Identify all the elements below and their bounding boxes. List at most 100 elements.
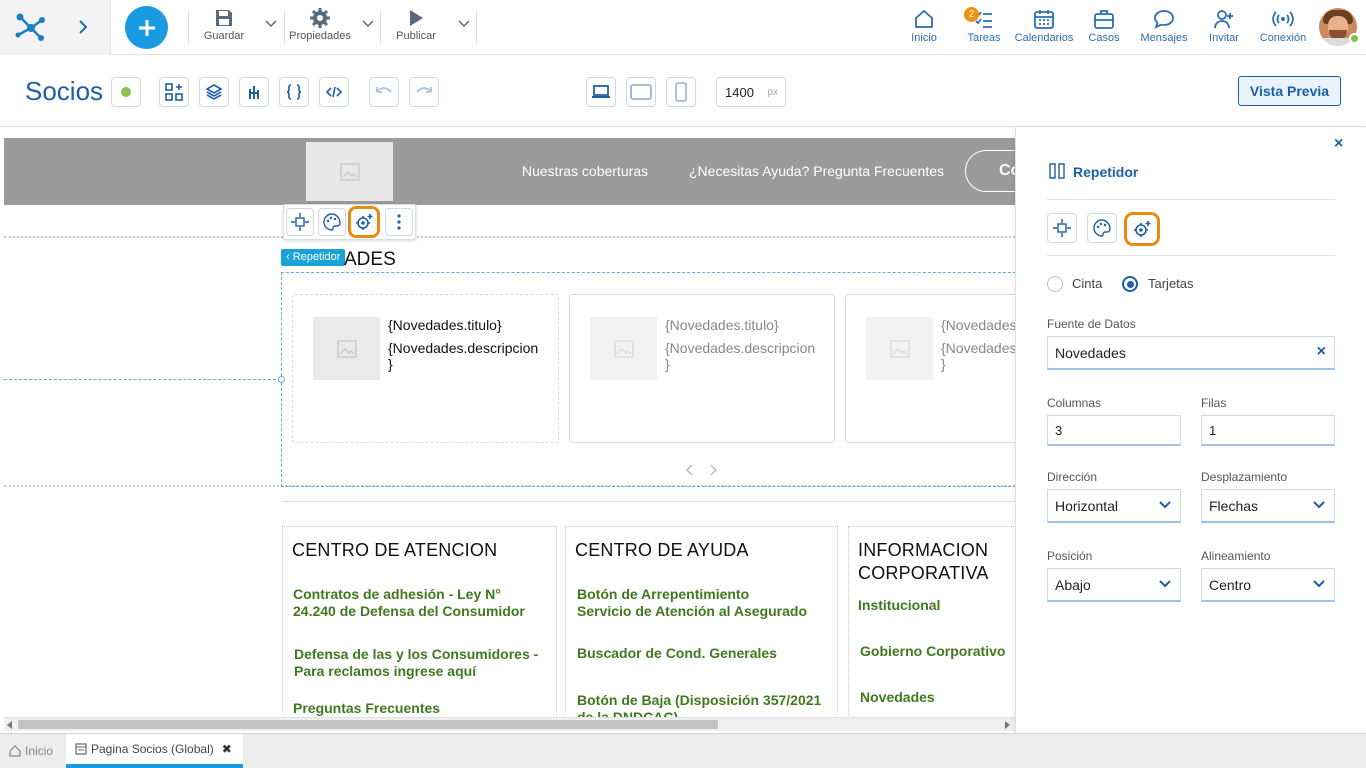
carousel-prev-icon[interactable] <box>686 464 694 476</box>
scrollbar-thumb[interactable] <box>18 720 718 729</box>
repeater-card[interactable]: {Novedades.titulo} {Novedades.descripcio… <box>292 294 559 443</box>
rows-input[interactable]: 1 <box>1201 415 1335 446</box>
repeater-tag[interactable]: ‹ Repetidor <box>281 249 346 266</box>
image-placeholder-icon <box>889 339 910 358</box>
tab-home[interactable]: Inicio <box>0 734 64 768</box>
more-options-button[interactable] <box>385 208 413 236</box>
footer-link[interactable]: Servicio de Atención al Asegurado <box>577 603 807 620</box>
footer-link[interactable]: Buscador de Cond. Generales <box>577 645 777 662</box>
site-logo-placeholder[interactable] <box>306 142 393 201</box>
repeater-card[interactable]: {Novedades.titulo} {Novedades.descripcio… <box>569 294 835 443</box>
site-header-button[interactable]: Co <box>965 150 1015 192</box>
footer-link[interactable]: de la DNDCAC) <box>577 709 678 717</box>
logo-area <box>0 0 111 55</box>
nav-calendars-label: Calendarios <box>1014 32 1074 44</box>
move-button[interactable] <box>286 208 314 236</box>
gear-icon <box>310 8 330 28</box>
footer-column[interactable]: INFORMACION CORPORATIVA Institucional Go… <box>848 526 1015 717</box>
footer-column[interactable]: CENTRO DE ATENCION Contratos de adhesión… <box>282 526 557 717</box>
move-icon <box>291 213 309 231</box>
add-button[interactable] <box>125 6 168 49</box>
panel-style-button[interactable] <box>1087 213 1117 243</box>
status-button[interactable] <box>111 77 141 107</box>
clear-icon[interactable]: × <box>1317 343 1326 361</box>
nav-tasks[interactable]: Tareas 2 <box>964 7 1004 48</box>
carousel-next-icon[interactable] <box>709 464 717 476</box>
scroll-left-icon[interactable] <box>7 721 13 729</box>
scroll-right-icon[interactable] <box>1004 721 1010 729</box>
footer-link[interactable]: Preguntas Frecuentes <box>293 700 440 717</box>
card-image-placeholder <box>866 317 933 380</box>
footer-link[interactable]: Novedades <box>860 689 935 706</box>
nav-calendars[interactable]: Calendarios <box>1014 8 1074 48</box>
publish-button[interactable]: Publicar <box>392 8 440 48</box>
position-select[interactable]: Abajo <box>1047 568 1181 602</box>
tab-page-socios[interactable]: Pagina Socios (Global) ✖ <box>66 734 243 768</box>
data-source-label: Fuente de Datos <box>1047 317 1136 331</box>
layers-button[interactable] <box>199 77 229 107</box>
chevron-right-icon[interactable] <box>78 20 88 34</box>
code-button[interactable] <box>319 77 349 107</box>
save-button[interactable]: Guardar <box>198 8 250 48</box>
section-title: ADES <box>344 249 396 270</box>
footer-link[interactable]: 24.240 de Defensa del Consumidor <box>293 603 525 620</box>
chevron-down-icon <box>1159 501 1171 509</box>
columns-input[interactable]: 3 <box>1047 415 1181 446</box>
preview-button[interactable]: Vista Previa <box>1238 76 1341 106</box>
close-panel-icon[interactable]: × <box>1334 135 1343 153</box>
mobile-view-button[interactable] <box>666 77 696 107</box>
scroll-select[interactable]: Flechas <box>1201 489 1335 523</box>
properties-button[interactable]: Propiedades <box>286 8 354 48</box>
width-input[interactable]: 1400 px <box>716 77 786 107</box>
alignment-select[interactable]: Centro <box>1201 568 1335 602</box>
app-logo-icon[interactable] <box>14 11 48 43</box>
footer-link[interactable]: Gobierno Corporativo <box>860 643 1005 660</box>
panel-settings-button-highlighted[interactable] <box>1124 212 1160 246</box>
site-menu-coverages[interactable]: Nuestras coberturas <box>522 163 648 179</box>
chevron-down-icon[interactable] <box>458 20 470 28</box>
nav-invite[interactable]: Invitar <box>1204 8 1244 48</box>
resize-handle[interactable] <box>278 376 285 383</box>
direction-label: Dirección <box>1047 470 1098 484</box>
components-button[interactable] <box>159 77 189 107</box>
width-value: 1400 <box>725 84 754 100</box>
nav-home[interactable]: Inicio <box>904 8 944 48</box>
close-tab-icon[interactable]: ✖ <box>222 742 232 756</box>
footer-link[interactable]: Defensa de las y los Consumidores - <box>294 646 538 663</box>
radio-cinta[interactable] <box>1047 276 1063 292</box>
chevron-down-icon[interactable] <box>265 20 277 28</box>
footer-link[interactable]: Botón de Baja (Disposición 357/2021 <box>577 692 821 709</box>
chevron-down-icon <box>1313 501 1325 509</box>
chevron-down-icon[interactable] <box>362 20 374 28</box>
footer-link[interactable]: Botón de Arrepentimiento <box>577 586 749 603</box>
footer-link[interactable]: Contratos de adhesión - Ley N° <box>293 586 501 603</box>
nav-connection[interactable]: Conexión <box>1258 8 1308 48</box>
chevron-down-icon <box>1159 580 1171 588</box>
undo-button[interactable] <box>369 77 399 107</box>
site-menu-help[interactable]: ¿Necesitas Ayuda? Pregunta Frecuentes <box>689 163 944 179</box>
footer-link[interactable]: Para reclamos ingrese aquí <box>294 663 476 680</box>
radio-tarjetas[interactable] <box>1122 276 1138 292</box>
repeater-card[interactable]: {Novedades {Novedades } <box>845 294 1015 443</box>
design-canvas[interactable]: Nuestras coberturas ¿Necesitas Ayuda? Pr… <box>4 128 1015 717</box>
briefcase-icon <box>1094 10 1114 29</box>
data-source-field[interactable]: Novedades × <box>1047 336 1335 370</box>
nav-messages[interactable]: Mensajes <box>1138 8 1190 48</box>
footer-column-title: CENTRO DE ATENCION <box>292 540 498 560</box>
data-button[interactable] <box>239 77 269 107</box>
variables-button[interactable] <box>279 77 309 107</box>
page-icon <box>75 743 87 755</box>
direction-select[interactable]: Horizontal <box>1047 489 1181 523</box>
tablet-view-button[interactable] <box>626 77 656 107</box>
redo-button[interactable] <box>409 77 439 107</box>
section-boundary-top <box>4 236 1015 238</box>
nav-cases[interactable]: Casos <box>1086 8 1122 48</box>
footer-link[interactable]: Institucional <box>858 597 940 614</box>
desktop-view-button[interactable] <box>586 77 616 107</box>
style-button[interactable] <box>318 208 346 236</box>
redo-icon <box>416 87 432 93</box>
settings-button-highlighted[interactable] <box>348 206 380 238</box>
footer-column[interactable]: CENTRO DE AYUDA Botón de Arrepentimiento… <box>565 526 838 717</box>
panel-move-button[interactable] <box>1047 213 1077 243</box>
horizontal-scrollbar[interactable] <box>4 717 1015 731</box>
